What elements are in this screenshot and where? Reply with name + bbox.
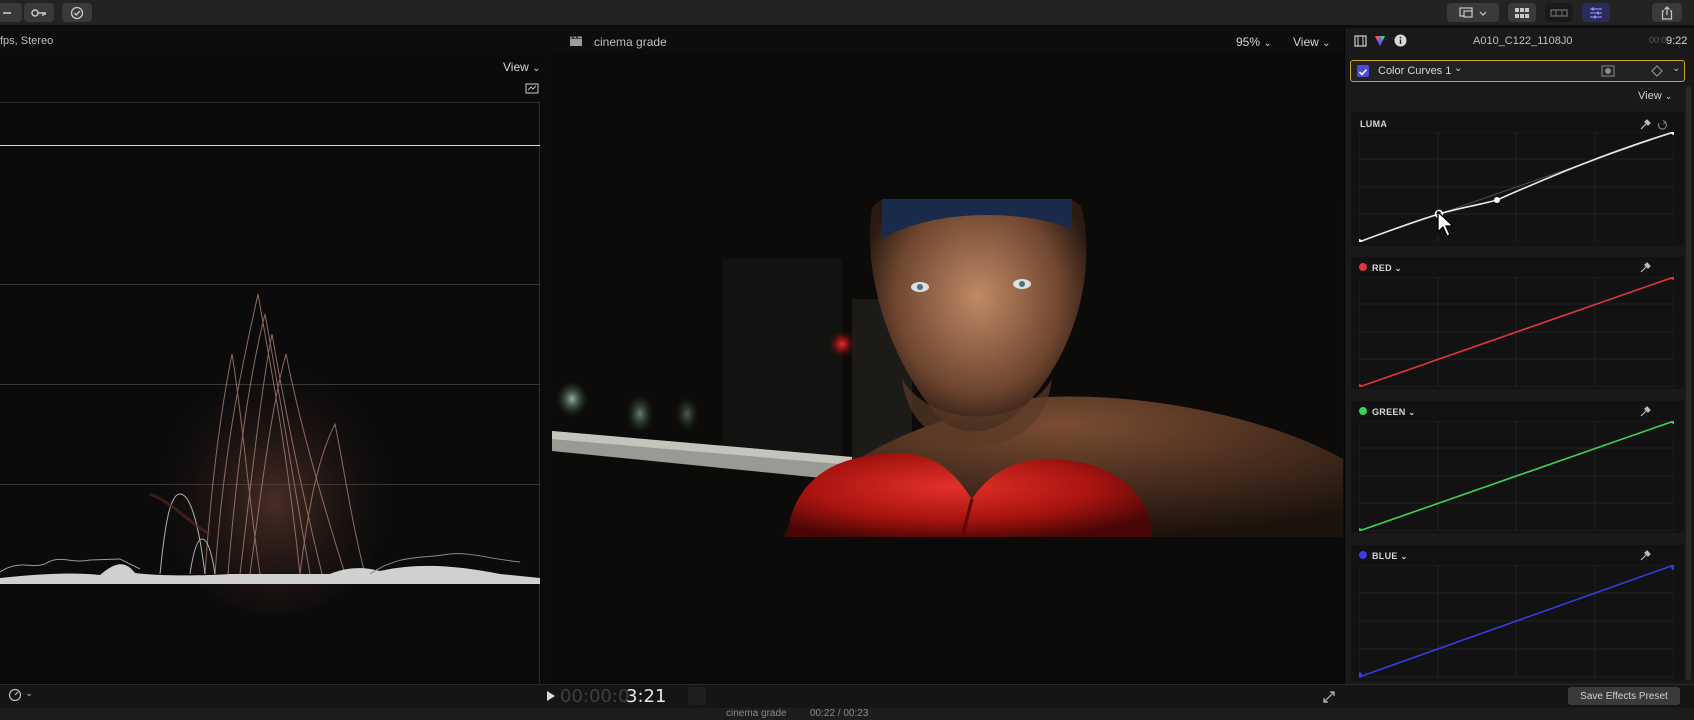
- save-effects-preset-button[interactable]: Save Effects Preset: [1568, 687, 1680, 705]
- zoom-menu[interactable]: 95% ⌄: [1236, 35, 1272, 49]
- chevron-down-icon: ⌄: [1400, 552, 1408, 561]
- viewer-view-label: View: [1293, 35, 1319, 49]
- luma-curve-panel: LUMA: [1351, 112, 1684, 246]
- chevron-down-icon: ⌄: [1394, 264, 1402, 273]
- viewer-display-button[interactable]: [1447, 3, 1499, 22]
- clapperboard-icon: [570, 36, 582, 46]
- app-window: fps, Stereo View ⌄ cinema grade 95% ⌄ Vi…: [0, 0, 1694, 720]
- chevron-down-icon: ⌄: [25, 688, 33, 698]
- chevron-down-icon: ⌄: [1664, 91, 1673, 101]
- monitor-icon: [1459, 6, 1487, 18]
- inspector-scrollbar[interactable]: [1686, 86, 1691, 680]
- check-circle-icon: [70, 6, 84, 19]
- filmstrip-icon: [1550, 8, 1568, 17]
- reset-icon[interactable]: [1656, 119, 1668, 131]
- mouse-cursor-icon: [1437, 210, 1455, 237]
- top-toolbar: [0, 0, 1694, 26]
- chevron-down-icon: ⌄: [1263, 38, 1272, 49]
- effect-name: Color Curves 1: [1378, 65, 1452, 77]
- viewer-bottom-bar: [0, 684, 1694, 708]
- speedometer-icon: [8, 688, 22, 702]
- chevron-down-icon: ⌄: [1322, 38, 1331, 49]
- timecode-field-end: [688, 687, 706, 705]
- eyedropper-icon[interactable]: [1639, 119, 1651, 131]
- checkmark-icon: [1358, 68, 1368, 76]
- video-image: [552, 199, 1343, 537]
- blue-channel-dot: [1359, 551, 1367, 559]
- timeline-project-name: cinema grade: [726, 708, 787, 719]
- share-icon: [1661, 5, 1673, 20]
- chevron-down-icon: ⌄: [1408, 408, 1416, 417]
- blue-curve-label[interactable]: BLUE ⌄: [1372, 551, 1408, 561]
- menu-icon: [3, 11, 11, 14]
- info-icon[interactable]: [1394, 34, 1407, 47]
- mask-icon[interactable]: [1601, 65, 1615, 77]
- red-channel-dot: [1359, 263, 1367, 271]
- effect-header[interactable]: Color Curves 1 ⌄ ⌄: [1350, 60, 1685, 82]
- inspector-view-label: View: [1638, 90, 1662, 102]
- playback-speed-menu[interactable]: ⌄: [8, 688, 33, 705]
- format-info: fps, Stereo: [0, 35, 54, 47]
- eyedropper-icon[interactable]: [1639, 406, 1651, 418]
- luma-curve-graph[interactable]: [1359, 132, 1674, 242]
- duration-dim: 00:0: [1649, 35, 1667, 45]
- eyedropper-icon[interactable]: [1639, 262, 1651, 274]
- toolbar-left-button[interactable]: [0, 3, 22, 22]
- red-curve-label[interactable]: RED ⌄: [1372, 263, 1402, 273]
- zoom-value: 95%: [1236, 35, 1261, 49]
- color-inspector-icon[interactable]: [1374, 35, 1386, 47]
- clip-name: A010_C122_1108J0: [1473, 35, 1573, 47]
- green-curve-label[interactable]: GREEN ⌄: [1372, 407, 1415, 417]
- red-curve-graph[interactable]: [1359, 277, 1674, 387]
- luma-curve-label: LUMA: [1360, 119, 1388, 129]
- red-curve-panel: RED ⌄: [1351, 257, 1684, 389]
- sliders-icon: [1590, 7, 1602, 18]
- green-curve-panel: GREEN ⌄: [1351, 401, 1684, 533]
- viewer-title: cinema grade: [594, 35, 667, 49]
- background-tasks-button[interactable]: [62, 3, 92, 22]
- waveform-scope: View ⌄: [0, 54, 550, 719]
- clip-duration: 9:22: [1666, 35, 1688, 47]
- viewer-view-menu[interactable]: View ⌄: [1293, 35, 1331, 49]
- timecode-leading: 00:00:0: [560, 686, 630, 707]
- timeline-duration: 00:22 / 00:23: [810, 708, 869, 719]
- green-curve-graph[interactable]: [1359, 421, 1674, 531]
- green-channel-dot: [1359, 407, 1367, 415]
- keyframe-icon[interactable]: [1651, 65, 1663, 77]
- inspector-header: A010_C122_1108J0 00:0 9:22: [1344, 28, 1694, 54]
- timeline-toggle-button[interactable]: [1545, 3, 1573, 22]
- timeline-toolbar: cinema grade 00:22 / 00:23: [0, 708, 1694, 720]
- grid-icon: [1515, 7, 1529, 18]
- fullscreen-icon[interactable]: [1322, 690, 1336, 704]
- share-button[interactable]: [1652, 3, 1682, 22]
- chevron-down-icon[interactable]: ⌄: [1672, 63, 1680, 74]
- keyword-button[interactable]: [24, 3, 54, 22]
- waveform-trace: [0, 293, 540, 614]
- effect-enable-checkbox[interactable]: [1357, 65, 1369, 77]
- key-icon: [31, 8, 46, 17]
- eyedropper-icon[interactable]: [1639, 550, 1651, 562]
- video-frame[interactable]: [552, 199, 1343, 537]
- blue-curve-graph[interactable]: [1359, 565, 1674, 678]
- inspector-view-menu[interactable]: View ⌄: [1638, 90, 1672, 102]
- viewer-header: cinema grade 95% ⌄ View ⌄: [551, 28, 1343, 54]
- inspector-toggle-button[interactable]: [1582, 3, 1610, 22]
- play-icon[interactable]: [546, 690, 556, 702]
- video-inspector-icon[interactable]: [1354, 35, 1367, 47]
- timecode-current: 3:21: [626, 686, 667, 707]
- scope-header: fps, Stereo: [0, 28, 550, 54]
- blue-curve-panel: BLUE ⌄: [1351, 545, 1684, 681]
- browser-toggle-button[interactable]: [1508, 3, 1536, 22]
- chevron-down-icon[interactable]: ⌄: [1454, 63, 1462, 74]
